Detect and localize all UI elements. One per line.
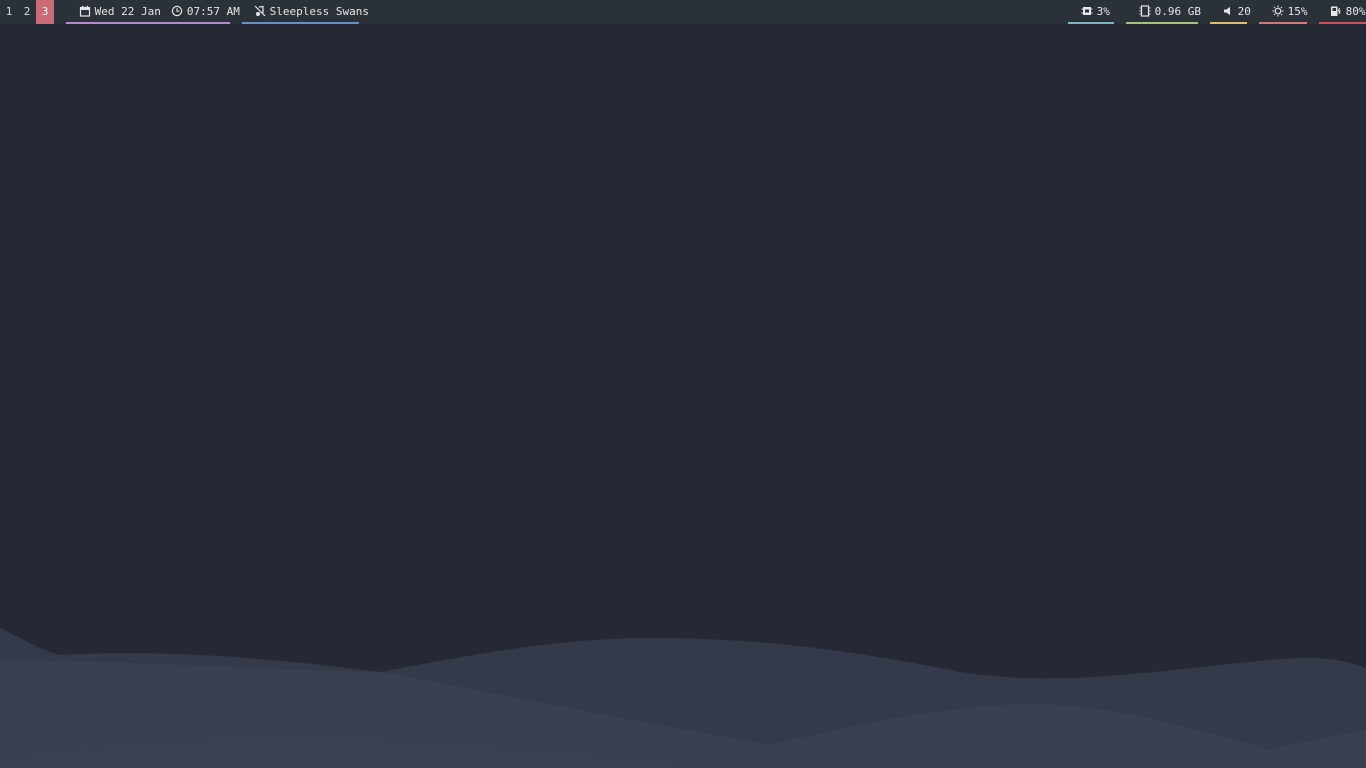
volume-value: 20 xyxy=(1237,5,1251,18)
memory-module[interactable]: 0.96 GB xyxy=(1126,0,1201,24)
sun-icon xyxy=(1272,5,1284,17)
memory-icon xyxy=(1139,5,1151,17)
workspace-2[interactable]: 2 xyxy=(18,0,36,24)
top-status-bar: 1 2 3 Wed 22 Jan 07:57 AM Sleepless Swan… xyxy=(0,0,1366,24)
cpu-icon xyxy=(1081,5,1093,17)
calendar-icon xyxy=(79,5,91,17)
workspace-3[interactable]: 3 xyxy=(36,0,54,24)
speaker-icon xyxy=(1222,5,1234,17)
media-module[interactable]: Sleepless Swans xyxy=(242,0,369,24)
music-off-icon xyxy=(254,5,266,17)
volume-module[interactable]: 20 xyxy=(1210,0,1251,24)
clock-icon xyxy=(171,5,183,17)
memory-value: 0.96 GB xyxy=(1154,5,1201,18)
date-text: Wed 22 Jan xyxy=(94,5,161,18)
time-text: 07:57 AM xyxy=(186,5,240,18)
brightness-module[interactable]: 15% xyxy=(1259,0,1308,24)
cpu-value: 3% xyxy=(1096,5,1110,18)
workspace-1[interactable]: 1 xyxy=(0,0,18,24)
battery-value: 80% xyxy=(1345,5,1366,18)
desktop: 1 2 3 Wed 22 Jan 07:57 AM Sleepless Swan… xyxy=(0,0,1366,768)
cpu-module[interactable]: 3% xyxy=(1068,0,1114,24)
datetime-module[interactable]: Wed 22 Jan 07:57 AM xyxy=(66,0,240,24)
wallpaper-waves xyxy=(0,628,1366,768)
battery-module[interactable]: 80% xyxy=(1319,0,1366,24)
brightness-value: 15% xyxy=(1287,5,1308,18)
media-title: Sleepless Swans xyxy=(269,5,369,18)
battery-charging-icon xyxy=(1330,5,1342,17)
